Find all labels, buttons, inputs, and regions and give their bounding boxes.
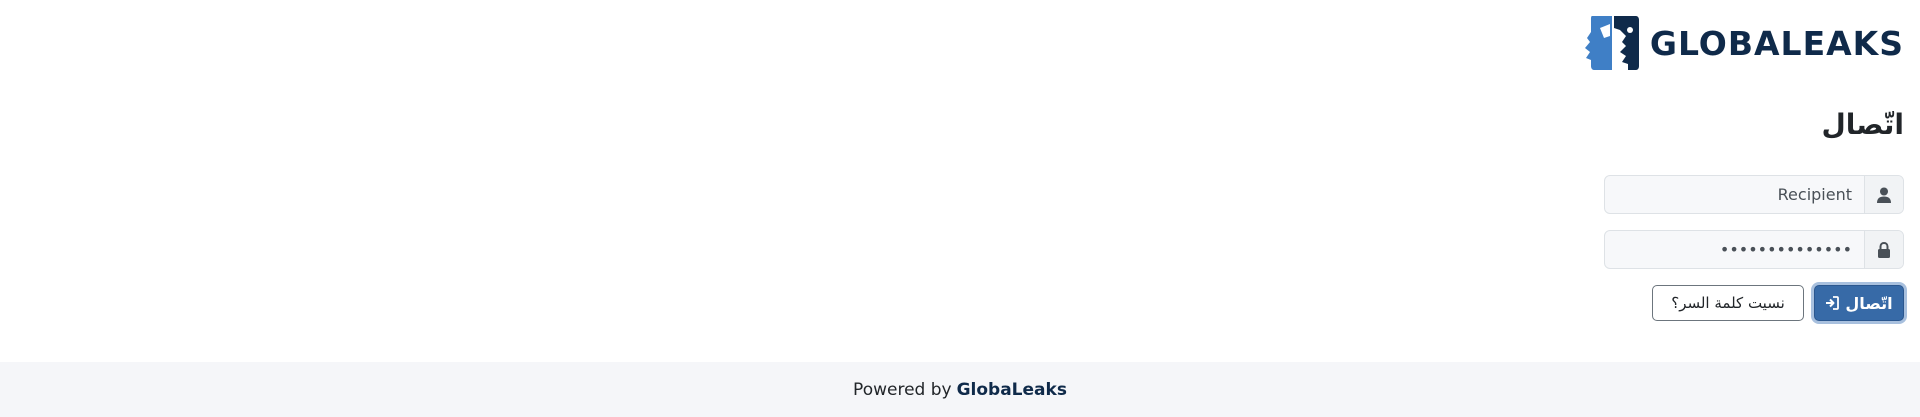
header-logo[interactable]: GLOBALEAKS [1582,14,1904,72]
sign-in-icon [1826,296,1840,310]
username-input[interactable] [1605,176,1864,213]
footer-brand-link[interactable]: GlobaLeaks [957,380,1067,400]
username-field[interactable] [1604,175,1904,214]
password-field[interactable] [1604,230,1904,269]
footer-powered-by: Powered by [853,379,952,400]
forgot-password-button[interactable]: نسيت كلمة السر؟ [1652,285,1804,321]
login-page: GLOBALEAKS اتّصال اتّصال نسيت كلمة السر؟ [0,0,1920,417]
footer: Powered by GlobaLeaks [0,362,1920,417]
user-icon [1864,176,1903,213]
page-title: اتّصال [1821,108,1904,141]
login-button[interactable]: اتّصال [1814,285,1904,321]
two-faces-whisper-logo-icon [1584,16,1639,70]
login-button-label: اتّصال [1845,293,1893,313]
password-input[interactable] [1605,231,1864,268]
logo-text: GLOBALEAKS [1649,23,1904,63]
lock-icon [1864,231,1903,268]
